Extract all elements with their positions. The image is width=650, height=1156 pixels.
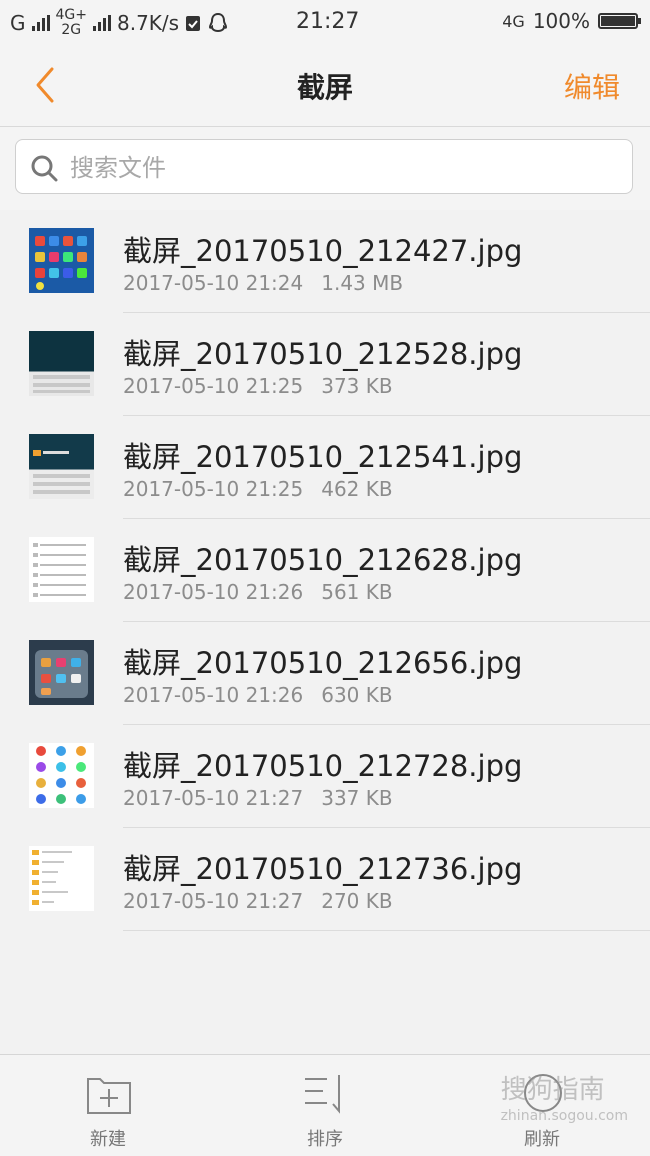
file-name: 截屏_20170510_212656.jpg (123, 646, 523, 680)
file-date: 2017-05-10 21:25 (123, 374, 304, 398)
file-thumbnail (29, 537, 94, 602)
battery-percent: 100% (532, 9, 590, 33)
file-thumbnail (29, 331, 94, 396)
file-size: 373 KB (321, 374, 393, 398)
status-left: G 4G+ 2G 8.7K/s (10, 8, 229, 38)
file-name: 截屏_20170510_212728.jpg (123, 749, 523, 783)
file-thumbnail (29, 434, 94, 499)
file-row[interactable]: 截屏_20170510_212728.jpg 2017-05-10 21:27 3… (0, 725, 650, 828)
file-row[interactable]: 截屏_20170510_212656.jpg 2017-05-10 21:26 6… (0, 622, 650, 725)
file-meta: 2017-05-10 21:25 462 KB (123, 477, 393, 501)
watermark-text: 搜狗指南 (500, 1075, 605, 1105)
battery-fill (601, 16, 635, 26)
file-name: 截屏_20170510_212628.jpg (123, 543, 523, 577)
file-name: 截屏_20170510_212736.jpg (123, 852, 523, 886)
new-folder-icon (87, 1078, 131, 1114)
file-date: 2017-05-10 21:26 (123, 683, 304, 707)
new-label: 新建 (90, 1129, 126, 1150)
file-date: 2017-05-10 21:25 (123, 477, 304, 501)
file-date: 2017-05-10 21:27 (123, 889, 304, 913)
page-title: 截屏 (296, 71, 353, 104)
network-speed: 8.7K/s (117, 11, 180, 35)
file-thumbnail (29, 228, 94, 293)
sort-label: 排序 (307, 1129, 343, 1150)
watermark-url: zhinan.sogou.com (500, 1108, 628, 1124)
edit-button[interactable]: 编辑 (564, 66, 620, 106)
file-meta: 2017-05-10 21:26 561 KB (123, 580, 393, 604)
file-row[interactable]: 截屏_20170510_212528.jpg 2017-05-10 21:25 3… (0, 313, 650, 416)
file-name: 截屏_20170510_212427.jpg (123, 234, 523, 268)
status-bar: G 4G+ 2G 8.7K/s 21:27 4G 100% (0, 0, 650, 44)
qq-icon (209, 12, 228, 33)
file-meta: 2017-05-10 21:25 373 KB (123, 374, 393, 398)
nav-bar: 截屏 编辑 (0, 44, 650, 127)
file-thumbnail (29, 640, 94, 705)
file-size: 462 KB (321, 477, 393, 501)
file-date: 2017-05-10 21:26 (123, 580, 304, 604)
file-date: 2017-05-10 21:27 (123, 786, 304, 810)
network-type-right: 4G (502, 11, 525, 31)
file-meta: 2017-05-10 21:27 270 KB (123, 889, 393, 913)
file-meta: 2017-05-10 21:27 337 KB (123, 786, 393, 810)
file-row[interactable]: 截屏_20170510_212628.jpg 2017-05-10 21:26 5… (0, 519, 650, 622)
search-area (0, 127, 650, 210)
sort-icon (305, 1075, 340, 1114)
signal-icon (31, 15, 50, 31)
row-divider (123, 930, 650, 931)
battery-icon (598, 13, 641, 29)
file-thumbnail (29, 846, 94, 911)
status-time: 21:27 (296, 9, 360, 34)
network-type: 4G+ 2G (55, 7, 88, 38)
file-size: 561 KB (321, 580, 393, 604)
file-row[interactable]: 截屏_20170510_212736.jpg 2017-05-10 21:27 2… (0, 828, 650, 931)
file-size: 337 KB (321, 786, 393, 810)
search-icon (31, 155, 58, 182)
signal-icon-2 (93, 15, 111, 31)
file-size: 630 KB (321, 683, 393, 707)
carrier-label: G (10, 11, 26, 35)
search-box[interactable] (15, 139, 633, 194)
status-right: 4G 100% (502, 9, 641, 33)
new-button[interactable]: 新建 (48, 1055, 168, 1156)
search-input[interactable] (68, 148, 612, 188)
file-list: 截屏_20170510_212427.jpg 2017-05-10 21:24 1… (0, 210, 650, 931)
watermark: 搜狗指南 zhinan.sogou.com (501, 1069, 628, 1124)
sort-button[interactable]: 排序 (265, 1055, 385, 1156)
file-thumbnail (29, 743, 94, 808)
bottom-toolbar: 新建 排序 刷新 搜狗指南 zhinan.sogou.com (0, 1054, 650, 1156)
file-row[interactable]: 截屏_20170510_212427.jpg 2017-05-10 21:24 1… (0, 210, 650, 313)
file-size: 1.43 MB (321, 271, 404, 295)
clipboard-check-icon (186, 16, 201, 31)
file-name: 截屏_20170510_212541.jpg (123, 440, 523, 474)
file-size: 270 KB (321, 889, 393, 913)
file-meta: 2017-05-10 21:26 630 KB (123, 683, 393, 707)
refresh-label: 刷新 (524, 1129, 560, 1150)
file-meta: 2017-05-10 21:24 1.43 MB (123, 271, 403, 295)
file-date: 2017-05-10 21:24 (123, 271, 304, 295)
file-name: 截屏_20170510_212528.jpg (123, 337, 523, 371)
file-row[interactable]: 截屏_20170510_212541.jpg 2017-05-10 21:25 4… (0, 416, 650, 519)
